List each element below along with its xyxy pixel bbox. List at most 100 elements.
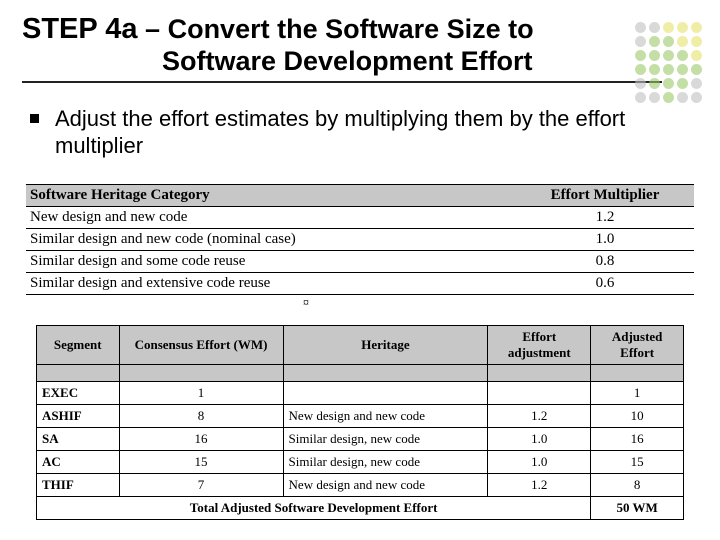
cell-adjustment: 1.2	[488, 404, 591, 427]
col-header-multiplier: Effort Multiplier	[516, 184, 694, 206]
cell-consensus: 7	[119, 473, 283, 496]
adjusted-effort-table: Segment Consensus Effort (WM) Heritage E…	[36, 325, 684, 520]
deco-dot	[635, 64, 646, 75]
table-row: New design and new code1.2	[26, 206, 694, 228]
deco-dot	[635, 22, 646, 33]
table1-body: New design and new code1.2Similar design…	[26, 206, 694, 294]
deco-dot	[635, 78, 646, 89]
table-header-row: Software Heritage Category Effort Multip…	[26, 184, 694, 206]
cell-heritage: Similar design, new code	[283, 427, 488, 450]
slide-title-line2: Software Development Effort	[22, 46, 698, 77]
table-spacer-row	[37, 364, 684, 381]
total-value: 50 WM	[591, 496, 684, 519]
deco-dot	[649, 50, 660, 61]
cell-segment: ASHIF	[37, 404, 120, 427]
bullet-icon	[30, 114, 39, 123]
cell-multiplier: 1.2	[516, 206, 694, 228]
deco-dot	[691, 36, 702, 47]
cell-adjustment: 1.0	[488, 450, 591, 473]
col-header-adjustment: Effort adjustment	[488, 325, 591, 364]
cell-segment: EXEC	[37, 381, 120, 404]
deco-dot	[663, 78, 674, 89]
cell-category: New design and new code	[26, 206, 516, 228]
slide-title-line1: STEP 4a – Convert the Software Size to	[22, 14, 698, 46]
title-step: STEP 4a	[22, 13, 138, 45]
deco-dot	[677, 64, 688, 75]
deco-dot	[691, 92, 702, 103]
table-row: SA16Similar design, new code1.016	[37, 427, 684, 450]
cell-consensus: 8	[119, 404, 283, 427]
table-row: ASHIF8New design and new code1.210	[37, 404, 684, 427]
deco-dot	[635, 92, 646, 103]
cell-multiplier: 0.8	[516, 250, 694, 272]
cell-consensus: 16	[119, 427, 283, 450]
deco-dot	[677, 36, 688, 47]
cell-heritage: New design and new code	[283, 404, 488, 427]
heritage-multiplier-table: Software Heritage Category Effort Multip…	[26, 184, 694, 295]
cell-segment: THIF	[37, 473, 120, 496]
cell-adjusted: 15	[591, 450, 684, 473]
table2-body: EXEC11ASHIF8New design and new code1.210…	[37, 381, 684, 496]
deco-dot	[663, 50, 674, 61]
total-label: Total Adjusted Software Development Effo…	[37, 496, 591, 519]
table-row: Similar design and extensive code reuse0…	[26, 272, 694, 294]
deco-dot	[691, 22, 702, 33]
title-underline	[22, 81, 662, 83]
cell-adjusted: 1	[591, 381, 684, 404]
col-header-adjusted: Adjusted Effort	[591, 325, 684, 364]
deco-dot	[635, 36, 646, 47]
cell-multiplier: 1.0	[516, 228, 694, 250]
deco-dot	[677, 22, 688, 33]
deco-dot	[649, 64, 660, 75]
cell-heritage	[283, 381, 488, 404]
col-header-heritage: Heritage	[283, 325, 488, 364]
slide: STEP 4a – Convert the Software Size to S…	[0, 0, 720, 520]
title-dash: –	[138, 14, 168, 44]
bullet-item: Adjust the effort estimates by multiplyi…	[30, 105, 690, 160]
table-header-row: Segment Consensus Effort (WM) Heritage E…	[37, 325, 684, 364]
table-row: Similar design and some code reuse0.8	[26, 250, 694, 272]
cell-segment: SA	[37, 427, 120, 450]
deco-dot	[677, 92, 688, 103]
cell-adjusted: 10	[591, 404, 684, 427]
deco-dot	[663, 22, 674, 33]
table-total-row: Total Adjusted Software Development Effo…	[37, 496, 684, 519]
col-header-consensus: Consensus Effort (WM)	[119, 325, 283, 364]
deco-dot	[649, 36, 660, 47]
deco-dot	[691, 78, 702, 89]
deco-dot	[649, 22, 660, 33]
deco-dot	[649, 78, 660, 89]
cell-category: Similar design and some code reuse	[26, 250, 516, 272]
title-rest: Convert the Software Size to	[168, 14, 534, 44]
cell-adjustment: 1.0	[488, 427, 591, 450]
cell-heritage: Similar design, new code	[283, 450, 488, 473]
col-header-segment: Segment	[37, 325, 120, 364]
deco-dot	[677, 50, 688, 61]
cell-segment: AC	[37, 450, 120, 473]
deco-dot	[691, 50, 702, 61]
deco-dot	[691, 64, 702, 75]
title-block: STEP 4a – Convert the Software Size to S…	[22, 14, 698, 83]
deco-dot	[635, 50, 646, 61]
decorative-dot-grid	[635, 22, 702, 103]
col-header-category: Software Heritage Category	[26, 184, 516, 206]
cell-adjustment: 1.2	[488, 473, 591, 496]
cell-consensus: 15	[119, 450, 283, 473]
cell-adjusted: 16	[591, 427, 684, 450]
deco-dot	[677, 78, 688, 89]
table-row: AC15Similar design, new code1.015	[37, 450, 684, 473]
bullet-text: Adjust the effort estimates by multiplyi…	[55, 105, 690, 160]
deco-dot	[649, 92, 660, 103]
table-row: EXEC11	[37, 381, 684, 404]
table-row: Similar design and new code (nominal cas…	[26, 228, 694, 250]
cell-category: Similar design and extensive code reuse	[26, 272, 516, 294]
cell-adjusted: 8	[591, 473, 684, 496]
cell-multiplier: 0.6	[516, 272, 694, 294]
cell-adjustment	[488, 381, 591, 404]
deco-dot	[663, 64, 674, 75]
deco-dot	[663, 36, 674, 47]
cell-category: Similar design and new code (nominal cas…	[26, 228, 516, 250]
table-row: THIF7New design and new code1.28	[37, 473, 684, 496]
cell-heritage: New design and new code	[283, 473, 488, 496]
cell-consensus: 1	[119, 381, 283, 404]
